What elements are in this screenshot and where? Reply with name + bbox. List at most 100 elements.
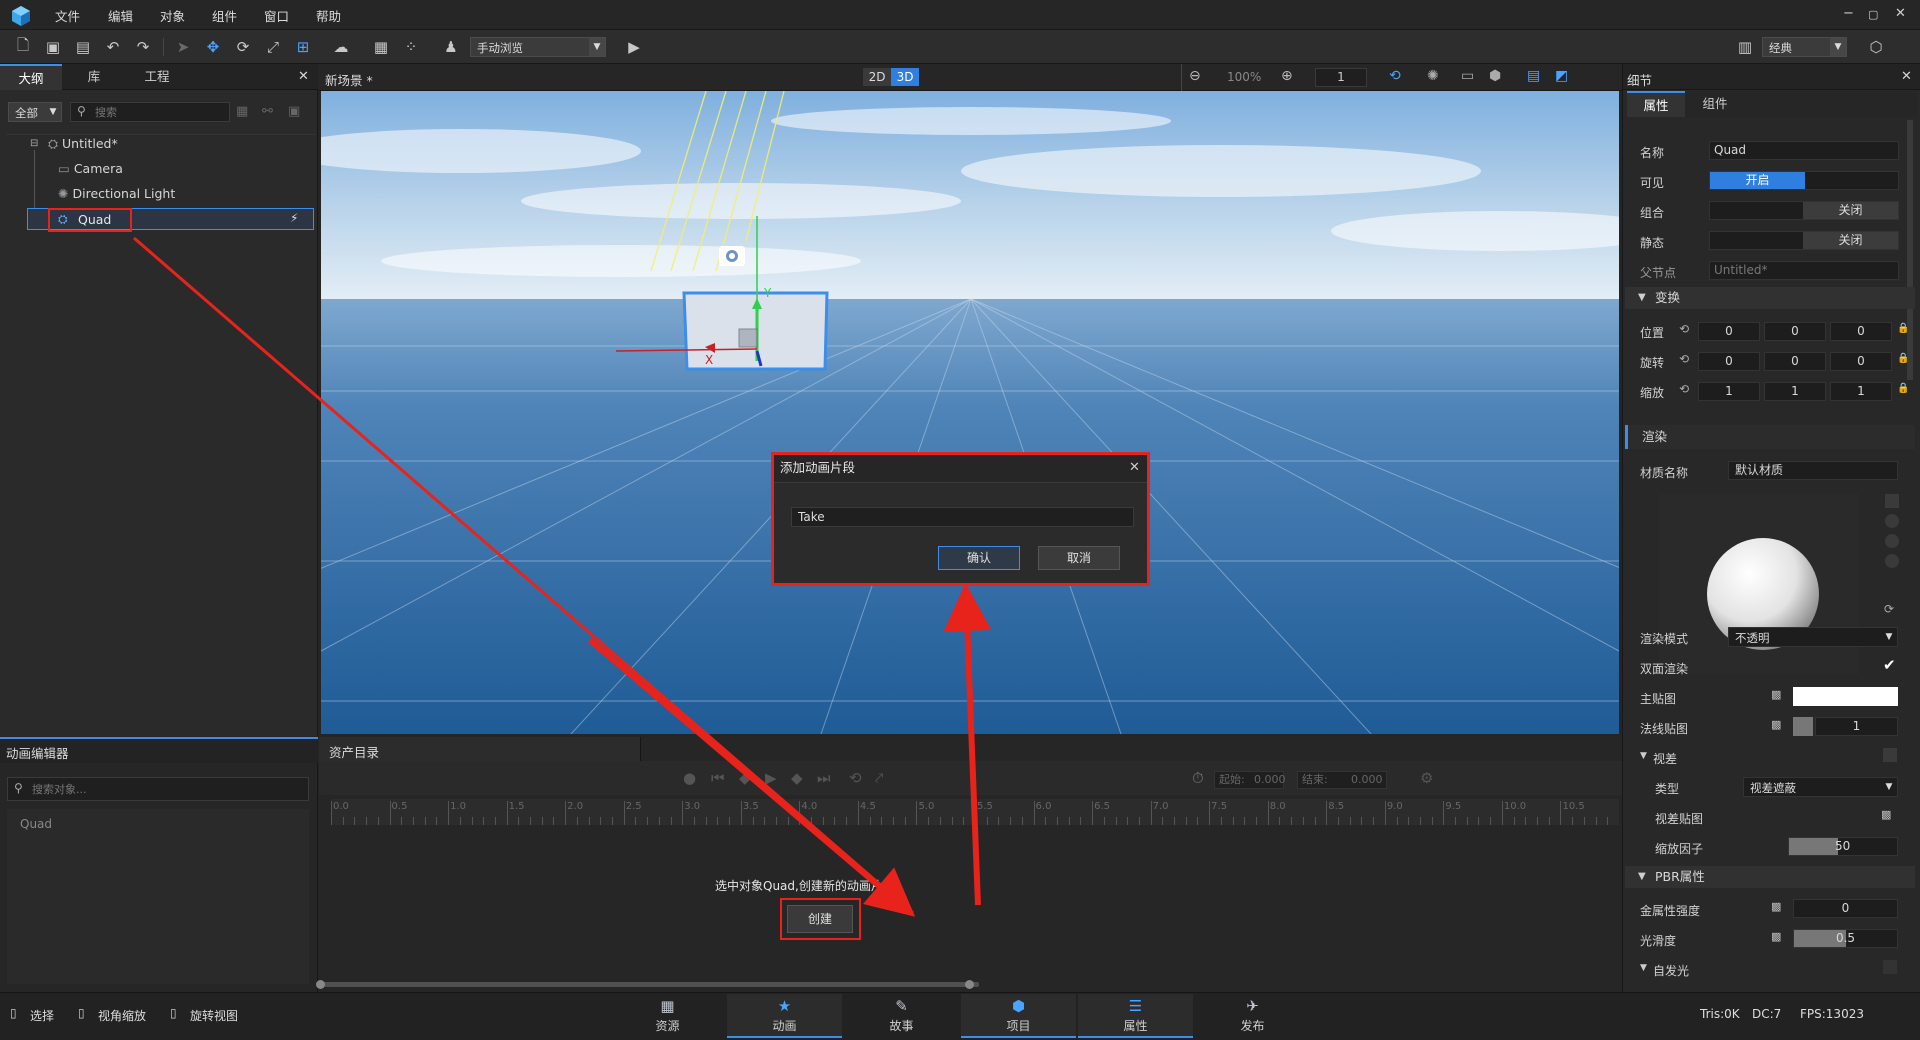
grid-icon[interactable]: ▦: [370, 36, 392, 58]
texture-picker-icon[interactable]: ▩: [1771, 930, 1781, 943]
reset-icon[interactable]: ⟲: [1679, 382, 1689, 396]
snap-grid-icon[interactable]: ⁘: [400, 36, 422, 58]
rotation-x[interactable]: 0: [1698, 352, 1760, 371]
anim-search-input[interactable]: [32, 781, 302, 797]
texture-picker-icon[interactable]: ▩: [1881, 808, 1891, 821]
zoom-out-icon[interactable]: ⊖: [1189, 68, 1201, 84]
material-name-field[interactable]: 默认材质: [1728, 461, 1898, 480]
outline-filter-select[interactable]: 全部 ▼: [8, 102, 62, 122]
cancel-button[interactable]: 取消: [1038, 546, 1120, 570]
timeline-ruler[interactable]: 0.0 0.5 1.0 1.5 2.0 2.5 3.0 3.5 4.0 4.5 5.0 5.5 6.0 6…: [331, 799, 1619, 825]
expand-triangle-icon[interactable]: ▼: [1640, 751, 1647, 761]
prev-key-icon[interactable]: ◆: [739, 769, 751, 787]
link-icon[interactable]: ⚯: [262, 104, 273, 119]
maximize-button[interactable]: ▢: [1868, 8, 1878, 21]
preview-option-3[interactable]: [1885, 534, 1899, 548]
tab-project[interactable]: 工程: [126, 64, 188, 90]
scale-x[interactable]: 1: [1698, 382, 1760, 401]
minimize-button[interactable]: −: [1843, 6, 1854, 21]
user-mode-icon[interactable]: ♟: [440, 36, 462, 58]
menu-help[interactable]: 帮助: [316, 6, 341, 25]
undo-icon[interactable]: ↶: [102, 36, 124, 58]
normal-tex-swatch[interactable]: [1793, 717, 1813, 736]
tab-library[interactable]: 库: [63, 64, 125, 90]
position-y[interactable]: 0: [1764, 322, 1826, 341]
light-toggle-icon[interactable]: ✺: [1427, 68, 1439, 84]
emission-checkbox[interactable]: [1883, 960, 1897, 974]
close-window-button[interactable]: ✕: [1895, 6, 1906, 21]
position-z[interactable]: 0: [1830, 322, 1892, 341]
scale-factor-slider[interactable]: 50: [1788, 837, 1898, 856]
cube-view-icon[interactable]: ⬢: [1489, 68, 1501, 84]
clip-name-input[interactable]: Take: [791, 507, 1134, 527]
view-count-field[interactable]: 1: [1315, 68, 1367, 87]
visible-on-segment[interactable]: 开启: [1710, 172, 1805, 189]
move-tool-icon[interactable]: ✥: [202, 36, 224, 58]
settings-hex-icon[interactable]: ⬡: [1865, 36, 1887, 58]
normal-tex-strength[interactable]: 1: [1815, 717, 1898, 736]
tab-publish[interactable]: ✈ 发布: [1195, 994, 1310, 1038]
smooth-slider[interactable]: 0.5: [1793, 929, 1898, 948]
lock-icon[interactable]: 🔒: [1897, 383, 1909, 394]
view-3d-button[interactable]: 3D: [891, 68, 919, 86]
outline-search-box[interactable]: ⚲: [70, 102, 230, 122]
tree-item-directional-light[interactable]: ✺ Directional Light: [58, 182, 343, 206]
tab-outline[interactable]: 大纲: [0, 64, 62, 90]
transform-section[interactable]: ▼ 变换: [1625, 287, 1915, 309]
scroll-handle-right[interactable]: [965, 980, 974, 989]
last-frame-icon[interactable]: ⏭: [817, 769, 831, 787]
next-key-icon[interactable]: ◆: [791, 769, 803, 787]
camera-view-icon[interactable]: ▭: [1461, 68, 1474, 84]
main-tex-color[interactable]: [1793, 687, 1898, 706]
outline-search-input[interactable]: [95, 104, 225, 120]
texture-picker-icon[interactable]: ▩: [1771, 900, 1781, 913]
scale-y[interactable]: 1: [1764, 382, 1826, 401]
browse-mode-select[interactable]: 手动浏览 ▼: [470, 37, 606, 57]
menu-window[interactable]: 窗口: [264, 6, 289, 25]
anim-object-item[interactable]: Quad: [20, 817, 52, 831]
tree-item-camera[interactable]: ▭ Camera: [58, 157, 343, 181]
scale-z[interactable]: 1: [1830, 382, 1892, 401]
rotation-z[interactable]: 0: [1830, 352, 1892, 371]
preview-option-2[interactable]: [1885, 514, 1899, 528]
tree-item-untitled[interactable]: ⛭ Untitled*: [48, 132, 333, 156]
tab-properties[interactable]: 属性: [1627, 91, 1685, 117]
rotate-tool-icon[interactable]: ⟳: [232, 36, 254, 58]
local-space-icon[interactable]: ⊞: [292, 36, 314, 58]
first-frame-icon[interactable]: ⏮: [711, 769, 725, 787]
tab-assets[interactable]: ▦ 资源: [610, 994, 725, 1038]
menu-file[interactable]: 文件: [55, 6, 80, 25]
reset-icon[interactable]: ⟲: [1679, 322, 1689, 336]
preview-option-1[interactable]: [1885, 494, 1899, 508]
texture-picker-icon[interactable]: ▩: [1771, 718, 1781, 731]
metal-field[interactable]: 0: [1793, 899, 1898, 918]
tab-story[interactable]: ✎ 故事: [844, 994, 959, 1038]
lock-icon[interactable]: ▣: [288, 104, 300, 119]
redo-icon[interactable]: ↷: [132, 36, 154, 58]
filter-icon[interactable]: ▦: [236, 104, 248, 119]
gizmo-icon[interactable]: ◩: [1555, 68, 1568, 84]
run-icon[interactable]: ⚡: [290, 211, 298, 225]
parallax-type-select[interactable]: 视差遮蔽 ▼: [1743, 777, 1898, 797]
lock-icon[interactable]: 🔒: [1897, 353, 1909, 364]
confirm-button[interactable]: 确认: [938, 546, 1020, 570]
tab-animation[interactable]: ★ 动画: [727, 994, 842, 1038]
scene-viewport[interactable]: Y X: [321, 91, 1619, 734]
play-icon[interactable]: ▶: [623, 36, 645, 58]
select-tool-icon[interactable]: ➤: [172, 36, 194, 58]
curve-icon[interactable]: ⤤: [875, 769, 883, 787]
save-all-icon[interactable]: ▤: [72, 36, 94, 58]
timer-icon[interactable]: ⏱: [1192, 769, 1204, 787]
name-field[interactable]: Quad: [1709, 141, 1899, 160]
expand-triangle-icon[interactable]: ▼: [1640, 963, 1647, 973]
position-x[interactable]: 0: [1698, 322, 1760, 341]
perspective-icon[interactable]: ▤: [1527, 68, 1540, 84]
timeline-settings-icon[interactable]: ⚙: [1420, 769, 1433, 787]
save-icon[interactable]: ▣: [42, 36, 64, 58]
new-file-icon[interactable]: 🗋: [12, 36, 34, 58]
menu-component[interactable]: 组件: [212, 6, 237, 25]
close-panel-icon[interactable]: ✕: [1901, 69, 1912, 84]
group-off-segment[interactable]: 关闭: [1803, 202, 1898, 219]
cloud-icon[interactable]: ☁: [330, 36, 352, 58]
double-sided-checkbox[interactable]: ✔: [1883, 656, 1896, 674]
